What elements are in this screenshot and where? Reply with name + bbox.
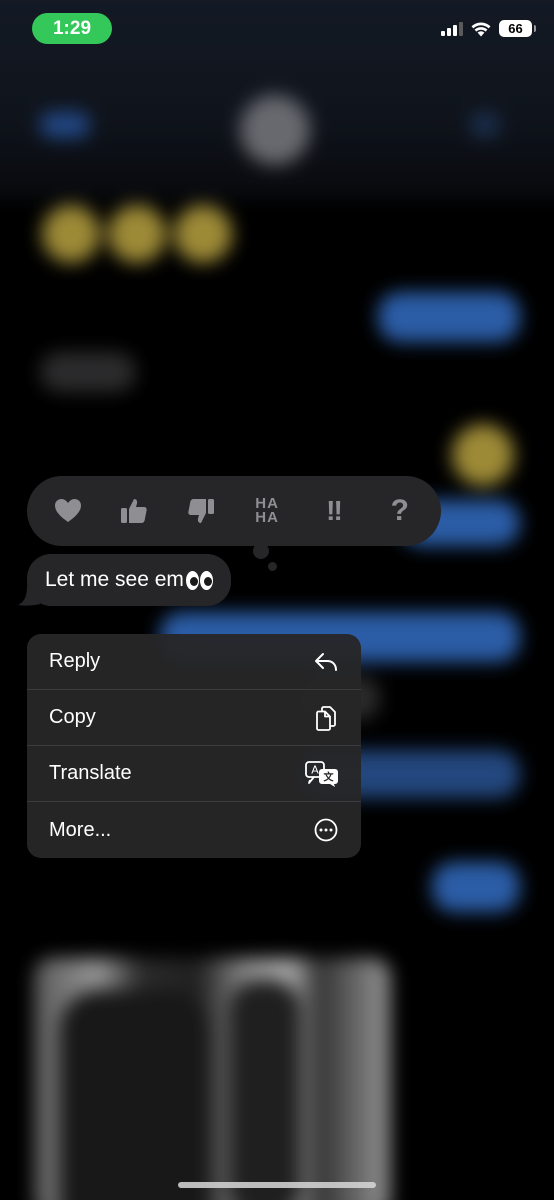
exclamation-label: !! — [326, 495, 343, 526]
home-indicator[interactable] — [178, 1182, 376, 1188]
svg-text:文: 文 — [324, 770, 335, 783]
menu-item-translate[interactable]: Translate A文 — [27, 746, 361, 802]
tapback-bar: HA HA !! ? — [27, 476, 441, 546]
question-label: ? — [390, 494, 409, 527]
message-bubble[interactable]: Let me see em — [27, 554, 231, 606]
menu-item-copy[interactable]: Copy — [27, 690, 361, 746]
tapback-tail-dot — [253, 543, 269, 559]
haha-line-2: HA — [255, 509, 279, 526]
eyes-emoji-icon — [185, 570, 213, 590]
svg-text:A: A — [311, 763, 319, 776]
menu-item-label: More... — [49, 818, 112, 841]
thumbs-up-icon[interactable] — [112, 489, 156, 533]
menu-item-more[interactable]: More... — [27, 802, 361, 858]
haha-icon[interactable]: HA HA — [245, 489, 289, 533]
menu-item-label: Translate — [49, 762, 132, 784]
cellular-signal-icon — [441, 21, 463, 36]
more-icon — [314, 818, 338, 842]
question-icon[interactable]: ? — [378, 489, 422, 533]
translate-icon: A文 — [305, 760, 338, 787]
reply-icon — [315, 652, 337, 671]
battery-indicator: 66 — [499, 20, 536, 37]
exclamation-icon[interactable]: !! — [311, 489, 355, 533]
menu-item-label: Reply — [49, 650, 101, 672]
copy-icon — [316, 705, 336, 731]
thumbs-down-icon[interactable] — [179, 489, 223, 533]
message-text: Let me see em — [45, 568, 184, 591]
heart-icon[interactable] — [46, 489, 90, 533]
menu-item-reply[interactable]: Reply — [27, 634, 361, 690]
status-indicators: 66 — [441, 20, 536, 37]
menu-item-label: Copy — [49, 706, 96, 728]
context-menu: Reply Copy Translate A文 More... — [27, 634, 361, 858]
status-time[interactable]: 1:29 — [32, 13, 112, 44]
wifi-icon — [471, 22, 491, 36]
tapback-tail-dot-small — [268, 562, 277, 571]
